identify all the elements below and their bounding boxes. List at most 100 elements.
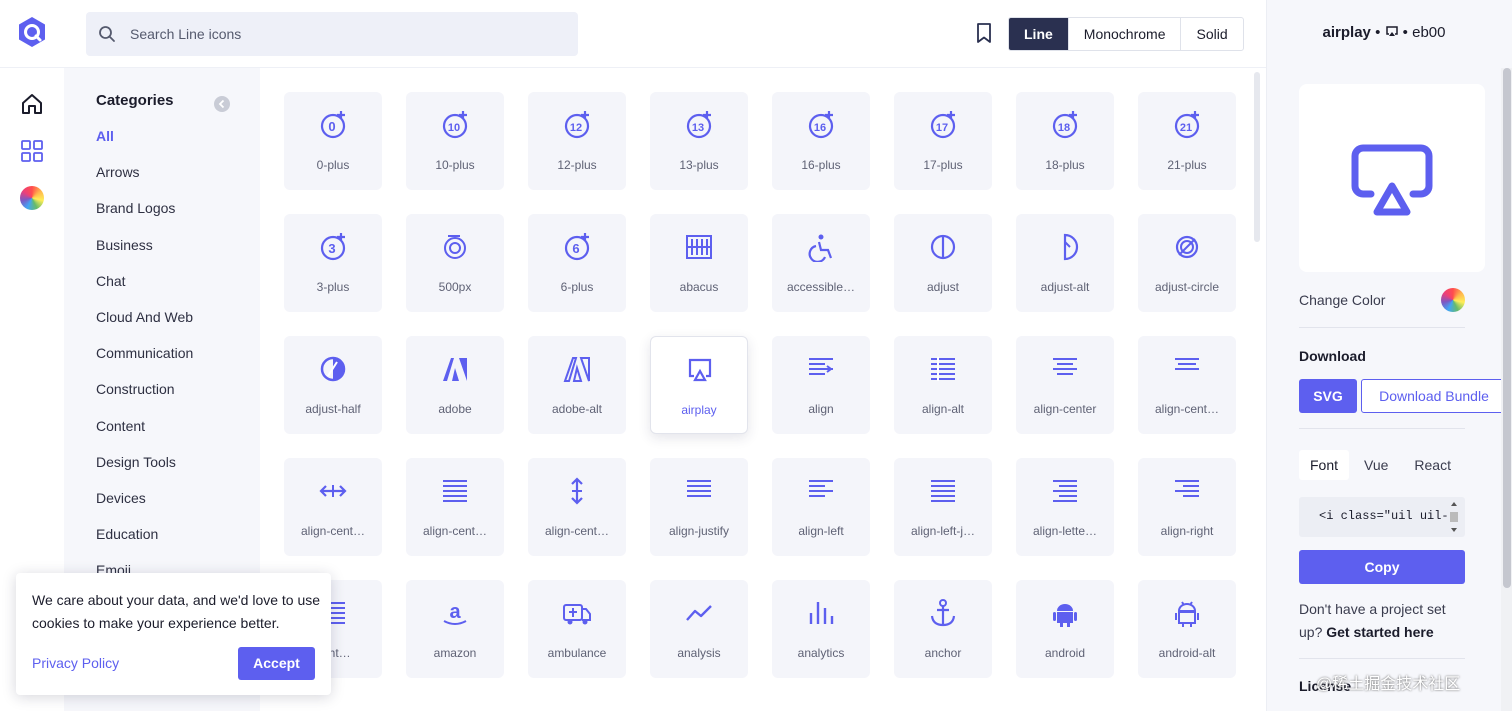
- grid-icon[interactable]: [20, 139, 44, 163]
- copy-button[interactable]: Copy: [1299, 550, 1465, 584]
- icon-tile[interactable]: 3 3-plus: [284, 214, 382, 312]
- icon-tile[interactable]: 12 12-plus: [528, 92, 626, 190]
- icon-tile[interactable]: align-cent…: [406, 458, 504, 556]
- home-icon[interactable]: [20, 92, 44, 116]
- get-started-link[interactable]: Get started here: [1326, 624, 1433, 640]
- panel-scrollbar-thumb[interactable]: [1503, 68, 1511, 588]
- 3-plus-icon: 3: [320, 233, 346, 261]
- icon-tile[interactable]: align-center: [1016, 336, 1114, 434]
- icon-tile[interactable]: adobe-alt: [528, 336, 626, 434]
- icon-tile[interactable]: adjust-half: [284, 336, 382, 434]
- icon-tile[interactable]: android-alt: [1138, 580, 1236, 678]
- code-snippet[interactable]: <i class="uil uil-: [1299, 497, 1465, 537]
- align-cent-icon: [443, 480, 467, 502]
- icon-tile[interactable]: align-left-j…: [894, 458, 992, 556]
- panel-scrollbar[interactable]: [1501, 68, 1512, 711]
- bookmark-icon[interactable]: [974, 22, 994, 44]
- icon-tile[interactable]: 500px: [406, 214, 504, 312]
- privacy-policy-link[interactable]: Privacy Policy: [32, 655, 119, 671]
- tab-vue[interactable]: Vue: [1353, 450, 1399, 480]
- search-input[interactable]: [130, 26, 550, 42]
- header-separator: •: [1375, 24, 1381, 41]
- category-devices[interactable]: Devices: [96, 489, 193, 525]
- collapse-sidebar-icon[interactable]: [214, 96, 230, 112]
- icon-tile[interactable]: 6 6-plus: [528, 214, 626, 312]
- icon-tile-label: adobe-alt: [551, 402, 603, 416]
- align-cent-icon: [319, 485, 347, 497]
- 13-plus-icon: 13: [686, 111, 712, 139]
- style-tab-solid[interactable]: Solid: [1180, 18, 1242, 50]
- adjust-alt-icon: [1063, 233, 1079, 261]
- icon-tile[interactable]: 17 17-plus: [894, 92, 992, 190]
- icon-tile[interactable]: 16 16-plus: [772, 92, 870, 190]
- icon-tile-label: adjust-circle: [1154, 280, 1220, 294]
- icon-tile[interactable]: align-cent…: [1138, 336, 1236, 434]
- category-all[interactable]: All: [96, 127, 193, 163]
- code-scroll-arrows-icon[interactable]: [1449, 500, 1459, 534]
- icon-detail-panel: airplay • • eb00 Change Color Download S…: [1266, 0, 1512, 711]
- style-tab-monochrome[interactable]: Monochrome: [1067, 18, 1181, 50]
- style-tab-line[interactable]: Line: [1009, 18, 1068, 50]
- search-bar[interactable]: [86, 12, 578, 56]
- icon-tile[interactable]: analysis: [650, 580, 748, 678]
- icon-tile[interactable]: 0 0-plus: [284, 92, 382, 190]
- icon-tile-label: align: [808, 402, 834, 416]
- icon-tile-label: adjust-alt: [1040, 280, 1090, 294]
- icon-tile[interactable]: android: [1016, 580, 1114, 678]
- icon-tile[interactable]: align-cent…: [528, 458, 626, 556]
- align-lette-icon: [1053, 480, 1077, 502]
- icon-tile[interactable]: adjust-circle: [1138, 214, 1236, 312]
- icon-tile[interactable]: accessible…: [772, 214, 870, 312]
- category-chat[interactable]: Chat: [96, 272, 193, 308]
- 17-plus-icon: 17: [930, 111, 956, 139]
- category-arrows[interactable]: Arrows: [96, 163, 193, 199]
- icon-tile[interactable]: adobe: [406, 336, 504, 434]
- category-brand-logos[interactable]: Brand Logos: [96, 199, 193, 235]
- tab-font[interactable]: Font: [1299, 450, 1350, 480]
- icon-tile[interactable]: align-justify: [650, 458, 748, 556]
- icon-tile[interactable]: adjust: [894, 214, 992, 312]
- grid-scrollbar[interactable]: [1254, 72, 1260, 242]
- category-cloud-and-web[interactable]: Cloud And Web: [96, 308, 193, 344]
- icon-tile[interactable]: airplay: [650, 336, 748, 434]
- category-content[interactable]: Content: [96, 417, 193, 453]
- category-business[interactable]: Business: [96, 236, 193, 272]
- icon-tile[interactable]: align-right: [1138, 458, 1236, 556]
- icon-tile[interactable]: 13 13-plus: [650, 92, 748, 190]
- icon-tile[interactable]: 10 10-plus: [406, 92, 504, 190]
- change-color-wheel-icon[interactable]: [1441, 288, 1465, 312]
- top-bar: Line Monochrome Solid: [0, 0, 1266, 68]
- icon-tile-label: analysis: [677, 646, 721, 660]
- download-svg-button[interactable]: SVG: [1299, 379, 1357, 413]
- svg-text:13: 13: [692, 122, 704, 134]
- adobe-icon: [443, 358, 467, 381]
- icon-tile[interactable]: 18 18-plus: [1016, 92, 1114, 190]
- tab-react[interactable]: React: [1403, 450, 1462, 480]
- icon-tile-label: align-cent…: [544, 524, 610, 538]
- accept-cookies-button[interactable]: Accept: [238, 647, 315, 680]
- unicons-logo-icon[interactable]: [14, 15, 50, 51]
- category-education[interactable]: Education: [96, 525, 193, 561]
- icon-tile[interactable]: align-cent…: [284, 458, 382, 556]
- category-communication[interactable]: Communication: [96, 344, 193, 380]
- color-wheel-icon[interactable]: [20, 186, 44, 210]
- icon-tile[interactable]: 21 21-plus: [1138, 92, 1236, 190]
- icon-tile[interactable]: ambulance: [528, 580, 626, 678]
- divider: [1299, 428, 1465, 429]
- icon-tile[interactable]: anchor: [894, 580, 992, 678]
- anchor-icon: [930, 599, 956, 627]
- category-construction[interactable]: Construction: [96, 380, 193, 416]
- adjust-half-icon: [320, 356, 346, 382]
- icon-tile[interactable]: align-left: [772, 458, 870, 556]
- icon-tile[interactable]: analytics: [772, 580, 870, 678]
- icon-tile[interactable]: a amazon: [406, 580, 504, 678]
- category-design-tools[interactable]: Design Tools: [96, 453, 193, 489]
- svg-text:3: 3: [328, 241, 335, 256]
- download-bundle-button[interactable]: Download Bundle: [1361, 379, 1507, 413]
- icon-tile[interactable]: adjust-alt: [1016, 214, 1114, 312]
- icon-tile[interactable]: abacus: [650, 214, 748, 312]
- icon-tile[interactable]: align-alt: [894, 336, 992, 434]
- icon-tile-label: accessible…: [786, 280, 856, 294]
- icon-tile[interactable]: align-lette…: [1016, 458, 1114, 556]
- icon-tile[interactable]: align: [772, 336, 870, 434]
